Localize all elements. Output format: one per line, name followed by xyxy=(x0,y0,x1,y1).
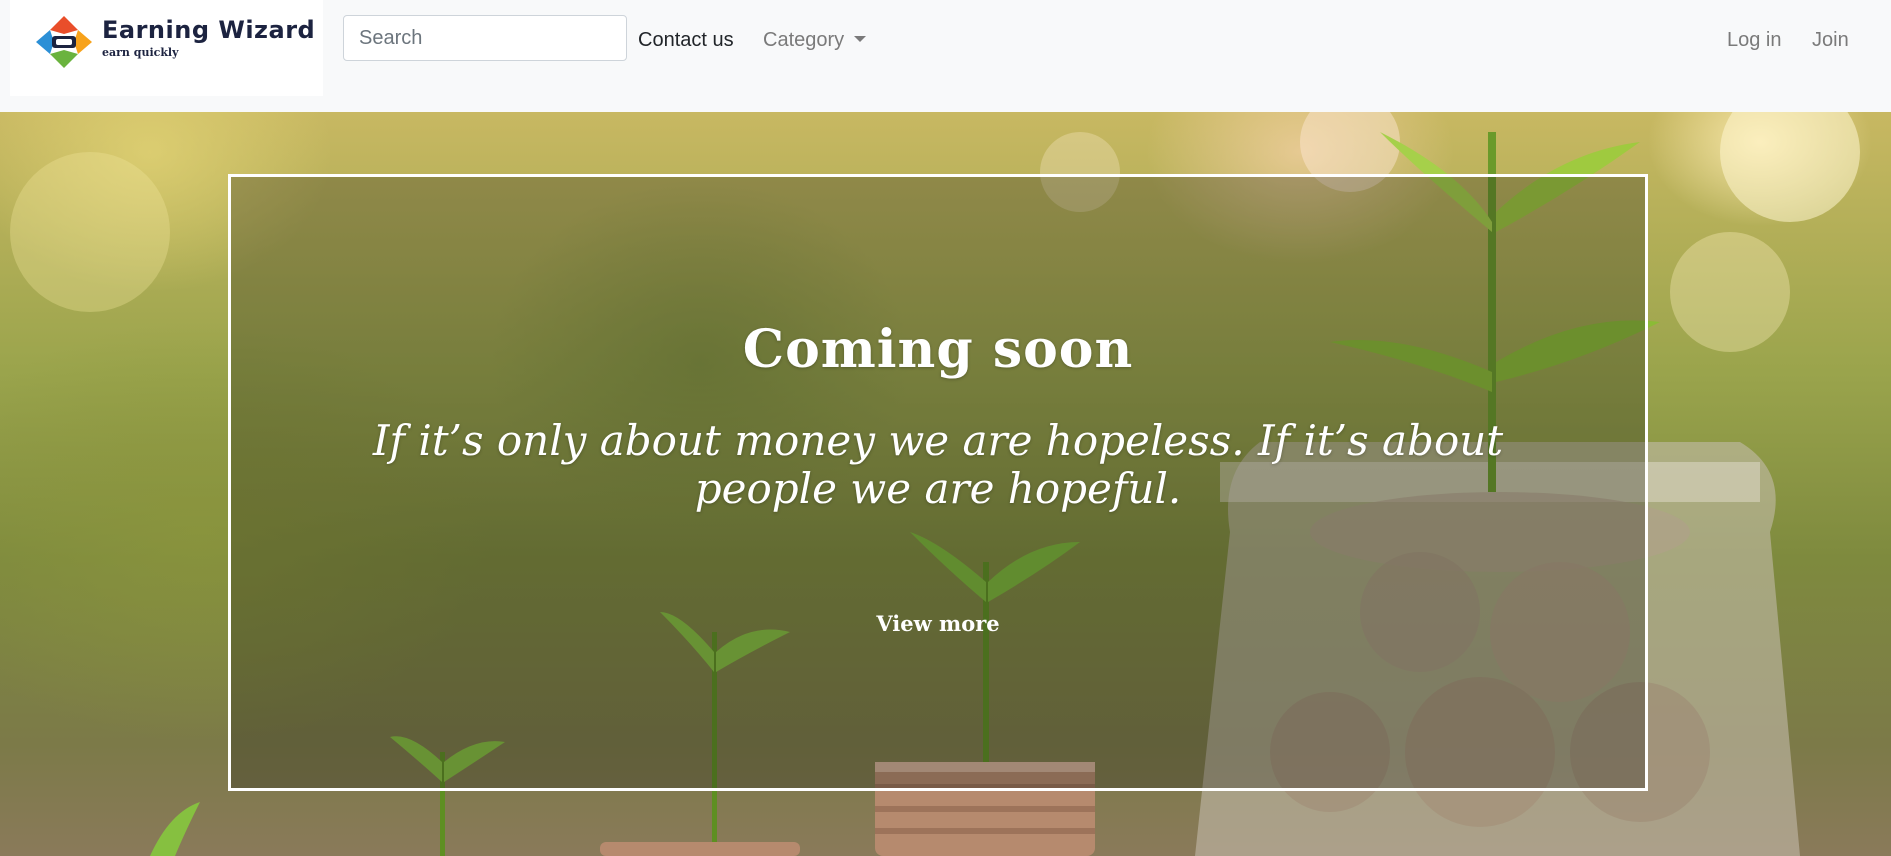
hero-frame: Coming soon If it’s only about money we … xyxy=(228,174,1648,791)
navbar: Earning Wizard earn quickly Contact us C… xyxy=(0,0,1891,112)
hero-quote: If it’s only about money we are hopeless… xyxy=(372,416,1504,513)
brand-logo[interactable]: Earning Wizard earn quickly xyxy=(10,0,323,96)
join-link[interactable]: Join xyxy=(1812,26,1849,54)
hero-title: Coming soon xyxy=(742,319,1134,380)
brand-tagline: earn quickly xyxy=(102,46,179,59)
nav-category-dropdown[interactable]: Category xyxy=(763,26,867,54)
nav-contact-us-link[interactable]: Contact us xyxy=(638,26,734,54)
caret-down-icon xyxy=(854,35,867,42)
view-more-link[interactable]: View more xyxy=(231,611,1645,636)
hero-section: Coming soon If it’s only about money we … xyxy=(0,112,1891,856)
brand-name: Earning Wizard xyxy=(102,16,316,44)
search-input[interactable] xyxy=(343,15,627,61)
login-link[interactable]: Log in xyxy=(1727,26,1782,54)
category-label: Category xyxy=(763,29,845,51)
handshake-logo-icon xyxy=(36,16,92,68)
